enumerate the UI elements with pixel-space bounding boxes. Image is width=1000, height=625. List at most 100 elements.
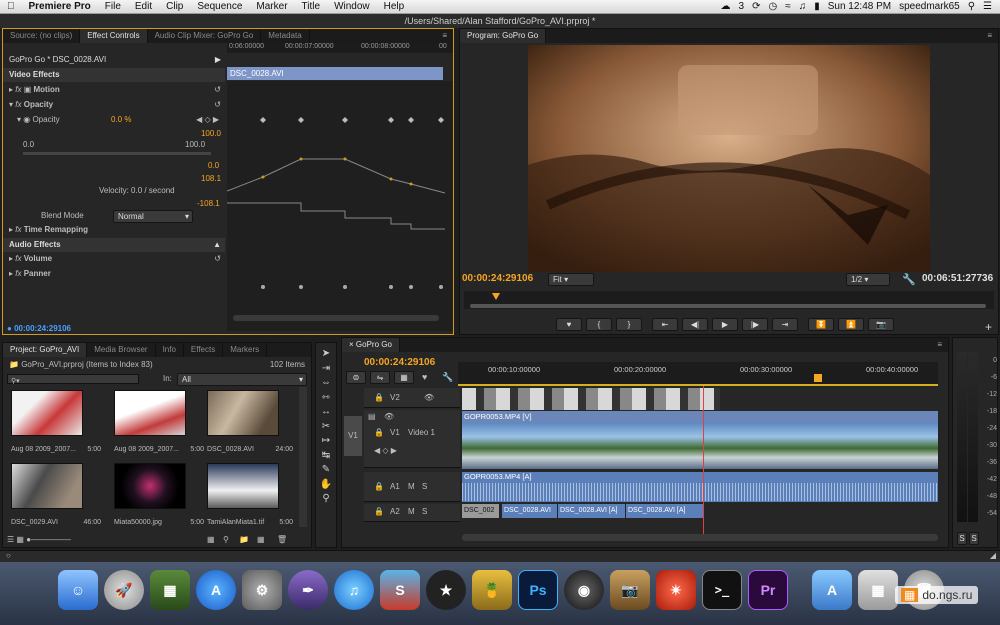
menu-marker[interactable]: Marker: [249, 1, 294, 12]
blend-mode-select[interactable]: Normal ▾: [113, 210, 193, 223]
menu-help[interactable]: Help: [377, 1, 412, 12]
spotlight-icon[interactable]: ⚲: [968, 1, 975, 12]
effect-scrollbar[interactable]: [233, 315, 439, 321]
keyframe-graph[interactable]: [227, 81, 453, 331]
add-marker-button[interactable]: ♥: [556, 318, 582, 331]
time-remapping-row[interactable]: ▸ fx Time Remapping: [3, 223, 225, 237]
thumbnail[interactable]: [207, 390, 279, 436]
tab-audio-clip-mixer[interactable]: Audio Clip Mixer: GoPro Go: [148, 29, 262, 43]
tab-markers[interactable]: Markers: [223, 343, 268, 357]
tab-project[interactable]: Project: GoPro_AVI: [3, 343, 88, 357]
thumbnail[interactable]: [114, 390, 186, 436]
add-button-icon[interactable]: +: [985, 320, 992, 334]
menu-file[interactable]: File: [98, 1, 128, 12]
wrench-icon[interactable]: 🔧: [902, 273, 916, 286]
work-area-bar[interactable]: [458, 384, 938, 386]
pen-icon[interactable]: ✎: [316, 463, 336, 478]
motion-row[interactable]: ▸ fx ▣ Motion ↺: [3, 83, 225, 97]
tab-metadata[interactable]: Metadata: [261, 29, 310, 43]
eye-icon[interactable]: 👁: [424, 393, 434, 402]
icon-view-icon[interactable]: ▦: [16, 535, 24, 544]
photoshop-icon[interactable]: Ps: [518, 570, 558, 610]
lock-icon[interactable]: 🔒: [374, 428, 384, 437]
photo-booth-icon[interactable]: ▦: [150, 570, 190, 610]
thumbnail[interactable]: [11, 463, 83, 509]
a2-clip[interactable]: DSC_0028.AVI [A]: [626, 504, 704, 518]
playhead[interactable]: [492, 293, 500, 300]
reset-icon[interactable]: ↺: [214, 98, 221, 112]
app-menu[interactable]: Premiere Pro: [22, 1, 98, 12]
imovie-icon[interactable]: ★: [426, 570, 466, 610]
documents-icon[interactable]: ▦: [858, 570, 898, 610]
list-view-icon[interactable]: ☰: [7, 535, 14, 544]
tab-effects[interactable]: Effects: [184, 343, 224, 357]
step-back-button[interactable]: ◀|: [682, 318, 708, 331]
step-forward-button[interactable]: |▶: [742, 318, 768, 331]
slip-icon[interactable]: ↦: [316, 434, 336, 449]
sync-icon[interactable]: ⟳: [752, 1, 760, 12]
battery-icon[interactable]: ▮: [814, 1, 820, 12]
extract-button[interactable]: ⏫: [838, 318, 864, 331]
clip-bar[interactable]: DSC_0028.AVI: [227, 67, 443, 80]
find-icon[interactable]: ⚲: [223, 535, 229, 544]
app-store-icon[interactable]: A: [196, 570, 236, 610]
menu-sequence[interactable]: Sequence: [190, 1, 249, 12]
solo-left-button[interactable]: S: [957, 532, 967, 545]
opacity-value[interactable]: 0.0 %: [111, 113, 131, 127]
reset-icon[interactable]: ↺: [214, 252, 221, 266]
export-frame-button[interactable]: 📷: [868, 318, 894, 331]
sequence-settings-button[interactable]: ▦: [394, 371, 414, 384]
system-preferences-icon[interactable]: ⚙: [242, 570, 282, 610]
creative-cloud-icon[interactable]: ☁: [721, 1, 731, 12]
program-time-ruler[interactable]: [464, 291, 994, 309]
launchpad-icon[interactable]: 🚀: [104, 570, 144, 610]
a2-clip[interactable]: DSC_0028.AVI: [502, 504, 558, 518]
tab-effect-controls[interactable]: Effect Controls: [80, 29, 148, 43]
effect-timecode[interactable]: ● 00:00:24:29106: [7, 322, 71, 336]
track-header-a1[interactable]: 🔒 A1 M S: [364, 472, 460, 502]
program-timecode[interactable]: 00:00:24:29106: [462, 272, 533, 286]
play-icon[interactable]: ▶: [215, 53, 221, 67]
solo-right-button[interactable]: S: [969, 532, 979, 545]
itunes-icon[interactable]: ♫: [334, 570, 374, 610]
in-select[interactable]: All ▾: [177, 373, 307, 386]
resolution-select[interactable]: 1/2 ▾: [846, 273, 890, 286]
list-icon[interactable]: ☰: [983, 1, 992, 12]
mute-icon[interactable]: M: [408, 482, 415, 491]
track-header-v2[interactable]: 🔒 V2 👁: [364, 388, 460, 408]
v2-clip-strip[interactable]: [462, 388, 720, 410]
lock-icon[interactable]: 🔒: [374, 507, 384, 516]
resize-icon[interactable]: ◢: [990, 551, 996, 560]
volume-row[interactable]: ▸ fx Volume ↺: [3, 252, 225, 266]
volume-icon[interactable]: ♫: [799, 1, 807, 12]
keyframe-nav-icon[interactable]: ◀ ◇ ▶: [196, 113, 219, 127]
fit-select[interactable]: Fit ▾: [548, 273, 594, 286]
wifi-icon[interactable]: ≈: [785, 1, 791, 12]
track-select-icon[interactable]: ⇥: [316, 362, 336, 377]
add-marker-icon[interactable]: ♥: [422, 372, 427, 382]
lift-button[interactable]: ⏬: [808, 318, 834, 331]
lock-icon[interactable]: 🔒: [374, 393, 384, 402]
panel-menu-icon[interactable]: ≡: [436, 29, 453, 43]
eye-icon[interactable]: 👁: [384, 412, 394, 421]
delete-icon[interactable]: 🗑: [277, 535, 287, 544]
thumbnail[interactable]: [114, 463, 186, 509]
reset-icon[interactable]: ↺: [214, 83, 221, 97]
iphoto-icon[interactable]: 📷: [610, 570, 650, 610]
slide-icon[interactable]: ↹: [316, 449, 336, 464]
tab-media-browser[interactable]: Media Browser: [87, 343, 156, 357]
aperture-icon[interactable]: ◉: [564, 570, 604, 610]
skype-icon[interactable]: S: [380, 570, 420, 610]
snap-button[interactable]: ⊜: [346, 371, 366, 384]
linked-selection-button[interactable]: ⇋: [370, 371, 390, 384]
menu-edit[interactable]: Edit: [128, 1, 159, 12]
new-bin-icon[interactable]: 📁: [239, 535, 249, 544]
panel-menu-icon[interactable]: ≡: [931, 338, 948, 352]
rate-stretch-icon[interactable]: ↔: [316, 405, 336, 420]
tab-info[interactable]: Info: [156, 343, 184, 357]
menu-title[interactable]: Title: [295, 1, 328, 12]
terminal-icon[interactable]: >_: [702, 570, 742, 610]
timemachine-icon[interactable]: ◷: [768, 1, 777, 12]
menu-clip[interactable]: Clip: [159, 1, 190, 12]
lock-icon[interactable]: 🔒: [374, 482, 384, 491]
